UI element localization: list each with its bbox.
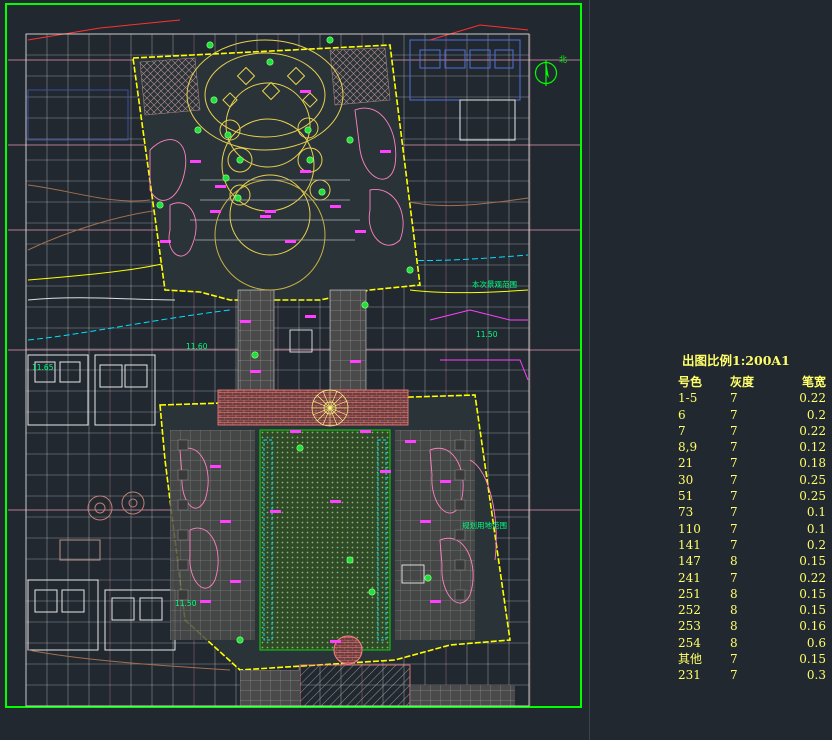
pen-color-cell: 251 [678, 586, 701, 601]
pen-width-cell: 0.22 [799, 391, 826, 406]
pen-table-row: 110 7 0.1 [676, 521, 826, 537]
pen-color-cell: 241 [678, 570, 701, 585]
pen-gray-cell: 8 [730, 635, 738, 650]
pen-width-cell: 0.25 [799, 472, 826, 487]
annotation-elev-1: 11.50 [476, 330, 498, 339]
cad-viewport[interactable]: 本次景观范围 规划用地范围 11.50 11.60 11.65 11.50 北 … [0, 0, 832, 740]
pen-gray-cell: 8 [730, 554, 738, 569]
pen-width-cell: 0.22 [799, 423, 826, 438]
pen-color-cell: 其他 [678, 652, 703, 667]
pen-width-cell: 0.22 [799, 570, 826, 585]
plot-legend: 出图比例1:200A1 号色 灰度 笔宽 1-5 7 0.22 6 7 0.2 7 7 0.22… [676, 352, 826, 684]
pen-table-row: 241 7 0.22 [676, 570, 826, 586]
pen-gray-cell: 8 [730, 619, 738, 634]
annotation-boundary: 规划用地范围 [462, 520, 507, 530]
pen-gray-cell: 7 [730, 489, 738, 504]
pen-color-cell: 147 [678, 554, 701, 569]
pen-width-cell: 0.1 [806, 521, 826, 536]
pen-table-row: 253 8 0.16 [676, 618, 826, 634]
pen-color-cell: 73 [678, 505, 694, 520]
pen-table-row: 141 7 0.2 [676, 537, 826, 553]
pen-table-row: 231 7 0.3 [676, 667, 826, 683]
north-label: 北 [559, 55, 567, 64]
pen-width-cell: 0.15 [799, 652, 826, 667]
sheet-divider [589, 0, 590, 740]
pen-color-cell: 8,9 [678, 440, 698, 455]
pen-table-row: 254 8 0.6 [676, 635, 826, 651]
legend-title: 出图比例1:200A1 [682, 353, 790, 368]
pen-width-cell: 0.25 [799, 489, 826, 504]
annotation-elev-4: 11.50 [175, 599, 197, 608]
pen-color-cell: 252 [678, 603, 701, 618]
pen-table-row: 73 7 0.1 [676, 504, 826, 520]
header-gray: 灰度 [730, 375, 755, 389]
pen-table-row: 21 7 0.18 [676, 455, 826, 471]
pen-width-cell: 0.2 [806, 537, 826, 552]
pen-gray-cell: 7 [730, 570, 738, 585]
pen-width-cell: 0.6 [806, 635, 826, 650]
pen-gray-cell: 7 [730, 407, 738, 422]
pen-width-cell: 0.15 [799, 586, 826, 601]
header-width: 笔宽 [801, 375, 826, 389]
pen-color-cell: 7 [678, 423, 686, 438]
annotation-elev-2: 11.60 [186, 342, 208, 351]
pen-gray-cell: 7 [730, 521, 738, 536]
pen-color-cell: 30 [678, 472, 694, 487]
pen-table: 号色 灰度 笔宽 1-5 7 0.22 6 7 0.2 7 7 0.22 8,9 7 0.12 21 7 0… [676, 374, 826, 684]
pen-table-row: 251 8 0.15 [676, 586, 826, 602]
pen-color-cell: 254 [678, 635, 701, 650]
annotation-scope: 本次景观范围 [472, 279, 517, 289]
pen-color-cell: 21 [678, 456, 694, 471]
pen-table-row: 30 7 0.25 [676, 472, 826, 488]
pen-gray-cell: 7 [730, 537, 738, 552]
pen-table-row: 147 8 0.15 [676, 553, 826, 569]
pen-width-cell: 0.3 [806, 668, 826, 683]
pen-color-cell: 253 [678, 619, 701, 634]
annotation-elev-3: 11.65 [32, 363, 54, 372]
pen-gray-cell: 7 [730, 456, 738, 471]
pen-color-cell: 231 [678, 668, 701, 683]
header-color: 号色 [678, 375, 703, 389]
pen-color-cell: 110 [678, 521, 701, 536]
pen-table-row: 7 7 0.22 [676, 423, 826, 439]
pen-color-cell: 141 [678, 537, 701, 552]
pen-gray-cell: 8 [730, 586, 738, 601]
pen-gray-cell: 7 [730, 505, 738, 520]
pen-width-cell: 0.18 [799, 456, 826, 471]
pen-table-row: 51 7 0.25 [676, 488, 826, 504]
pen-color-cell: 51 [678, 489, 694, 504]
pen-table-header: 号色 灰度 笔宽 [676, 374, 826, 390]
pen-color-cell: 1-5 [678, 391, 698, 406]
pen-width-cell: 0.16 [799, 619, 826, 634]
pen-gray-cell: 7 [730, 472, 738, 487]
pen-gray-cell: 7 [730, 440, 738, 455]
pen-table-row: 6 7 0.2 [676, 407, 826, 423]
pen-table-row: 8,9 7 0.12 [676, 439, 826, 455]
pen-width-cell: 0.12 [799, 440, 826, 455]
pen-gray-cell: 7 [730, 391, 738, 406]
pen-gray-cell: 7 [730, 423, 738, 438]
pen-gray-cell: 7 [730, 668, 738, 683]
pen-table-row: 252 8 0.15 [676, 602, 826, 618]
pen-width-cell: 0.15 [799, 603, 826, 618]
pen-width-cell: 0.2 [806, 407, 826, 422]
pen-gray-cell: 7 [730, 652, 738, 667]
pen-gray-cell: 8 [730, 603, 738, 618]
pen-width-cell: 0.1 [806, 505, 826, 520]
pen-color-cell: 6 [678, 407, 686, 422]
pen-width-cell: 0.15 [799, 554, 826, 569]
fountain-box [289, 329, 313, 353]
pen-table-row: 1-5 7 0.22 [676, 390, 826, 406]
pen-table-row: 其他 7 0.15 [676, 651, 826, 667]
